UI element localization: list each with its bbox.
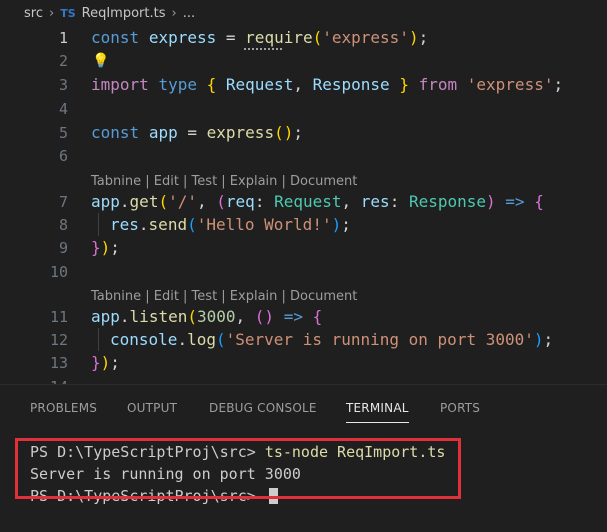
breadcrumb: src › TS ReqImport.ts › ...: [0, 0, 607, 26]
codelens-actions[interactable]: Tabnine | Edit | Test | Explain | Docume…: [91, 285, 357, 307]
code-line: 12 console.log('Server is running on por…: [0, 328, 607, 351]
line-number: 12: [49, 330, 68, 349]
code-line: 11 app.listen(3000, () => {: [0, 305, 607, 328]
tab-output[interactable]: OUTPUT: [127, 385, 177, 431]
code-text[interactable]: app.listen(3000, () => {: [91, 307, 322, 326]
line-number: 5: [58, 123, 68, 142]
code-text[interactable]: import type { Request, Response } from '…: [91, 75, 563, 94]
line-number: 9: [58, 238, 68, 257]
code-text[interactable]: const app = express();: [91, 123, 303, 142]
code-line: 5 const app = express();: [0, 121, 607, 144]
code-text[interactable]: app.get('/', (req: Request, res: Respons…: [91, 192, 544, 211]
code-line: 8 res.send('Hello World!');: [0, 213, 607, 236]
code-text[interactable]: console.log('Server is running on port 3…: [110, 330, 553, 349]
chevron-right-icon: ›: [171, 5, 177, 21]
breadcrumb-more[interactable]: ...: [183, 6, 195, 21]
typescript-file-icon: TS: [60, 6, 76, 20]
code-line: 14: [0, 375, 607, 385]
code-line: 13 });: [0, 351, 607, 374]
line-number: 11: [49, 307, 68, 326]
codelens-actions[interactable]: Tabnine | Edit | Test | Explain | Docume…: [91, 170, 357, 192]
highlight-annotation-box: [15, 438, 461, 499]
line-number: 13: [49, 353, 68, 372]
line-number: 2: [58, 51, 68, 70]
chevron-right-icon: ›: [48, 5, 55, 21]
code-line: 7 app.get('/', (req: Request, res: Respo…: [0, 190, 607, 213]
tab-debug-console[interactable]: DEBUG CONSOLE: [209, 385, 317, 431]
line-number: 1: [58, 28, 68, 47]
code-line: 2 💡: [0, 49, 607, 72]
line-number: 7: [58, 192, 68, 211]
code-line: 3 import type { Request, Response } from…: [0, 73, 607, 96]
code-line: 4: [0, 97, 607, 120]
code-text[interactable]: });: [91, 238, 120, 257]
code-line: 1 const express = require('express');: [0, 26, 607, 49]
line-number: 8: [58, 215, 68, 234]
breadcrumb-file[interactable]: ReqImport.ts: [82, 6, 166, 21]
vscode-window: src › TS ReqImport.ts › ... 1 const expr…: [0, 0, 607, 532]
line-number: 3: [58, 75, 68, 94]
breadcrumb-folder[interactable]: src: [24, 6, 43, 21]
code-line: 6: [0, 144, 607, 167]
line-number: 4: [58, 99, 68, 118]
tab-problems[interactable]: PROBLEMS: [30, 385, 97, 431]
tab-terminal[interactable]: TERMINAL: [346, 385, 409, 431]
code-text[interactable]: res.send('Hello World!');: [110, 215, 351, 234]
panel-tabs: PROBLEMS OUTPUT DEBUG CONSOLE TERMINAL P…: [0, 385, 607, 431]
line-number: 6: [58, 146, 68, 165]
line-number: 10: [49, 262, 68, 281]
code-line: 10: [0, 260, 607, 283]
tab-ports[interactable]: PORTS: [440, 385, 480, 431]
code-text[interactable]: });: [91, 353, 120, 372]
lightbulb-icon[interactable]: 💡: [92, 53, 109, 69]
code-line: 9 });: [0, 236, 607, 259]
code-editor[interactable]: 1 const express = require('express'); 2 …: [0, 26, 607, 384]
